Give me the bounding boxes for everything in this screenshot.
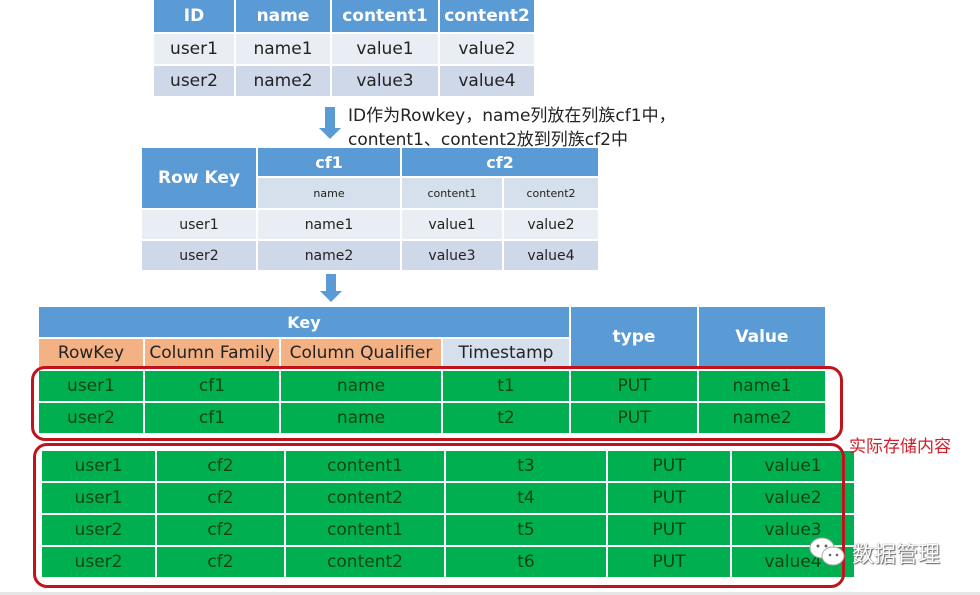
cell: value4 — [440, 66, 534, 96]
qualifier-name: name — [258, 178, 400, 208]
cell: value3 — [402, 241, 502, 270]
cell: name1 — [258, 210, 400, 239]
cell: value2 — [504, 210, 598, 239]
header-cf2: cf2 — [402, 148, 598, 176]
highlight-box-cf1 — [31, 366, 843, 441]
header-content2: content2 — [440, 0, 534, 32]
cell: value1 — [402, 210, 502, 239]
cell: value4 — [504, 241, 598, 270]
cell: name1 — [236, 34, 330, 64]
down-arrow-icon — [320, 274, 342, 302]
cell: user1 — [142, 210, 256, 239]
table-row: user2 name2 value3 value4 — [142, 241, 598, 270]
storage-label: 实际存储内容 — [849, 437, 951, 457]
table-row: user1 name1 value1 value2 — [154, 34, 534, 64]
qualifier-content2: content2 — [504, 178, 598, 208]
table-row: user2 name2 value3 value4 — [154, 66, 534, 96]
header-name: name — [236, 0, 330, 32]
source-table: ID name content1 content2 user1 name1 va… — [152, 0, 536, 98]
cell: value2 — [440, 34, 534, 64]
table-row: user1 name1 value1 value2 — [142, 210, 598, 239]
header-timestamp: Timestamp — [443, 339, 569, 367]
header-content1: content1 — [332, 0, 438, 32]
cell: name2 — [258, 241, 400, 270]
cell: user2 — [154, 66, 234, 96]
header-cf1: cf1 — [258, 148, 400, 176]
header-rowkey: Row Key — [142, 148, 256, 208]
annotation-text: ID作为Rowkey，name列放在列族cf1中， content1、conte… — [348, 104, 676, 152]
cell: value1 — [332, 34, 438, 64]
header-value: Value — [699, 307, 825, 367]
annotation-line-1: ID作为Rowkey，name列放在列族cf1中， — [348, 106, 676, 126]
down-arrow-icon — [319, 107, 341, 139]
header-type: type — [571, 307, 697, 367]
highlight-box-cf2 — [33, 443, 845, 588]
qualifier-content1: content1 — [402, 178, 502, 208]
watermark-text: 数据管理 — [852, 543, 941, 568]
cell: user1 — [154, 34, 234, 64]
cell: user2 — [142, 241, 256, 270]
wechat-icon — [808, 536, 848, 568]
hbase-table: Row Key cf1 cf2 name content1 content2 u… — [140, 146, 600, 272]
header-column-qualifier: Column Qualifier — [281, 339, 441, 367]
header-rowkey-col: RowKey — [39, 339, 143, 367]
header-key: Key — [39, 307, 569, 337]
header-id: ID — [154, 0, 234, 32]
cell: value3 — [332, 66, 438, 96]
kv-header: Key type Value RowKey Column Family Colu… — [37, 305, 827, 369]
cell: name2 — [236, 66, 330, 96]
header-column-family: Column Family — [145, 339, 279, 367]
